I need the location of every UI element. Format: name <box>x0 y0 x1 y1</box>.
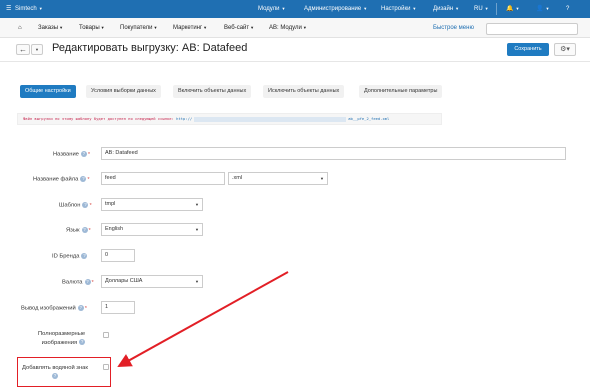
annotation-arrow <box>117 271 289 367</box>
